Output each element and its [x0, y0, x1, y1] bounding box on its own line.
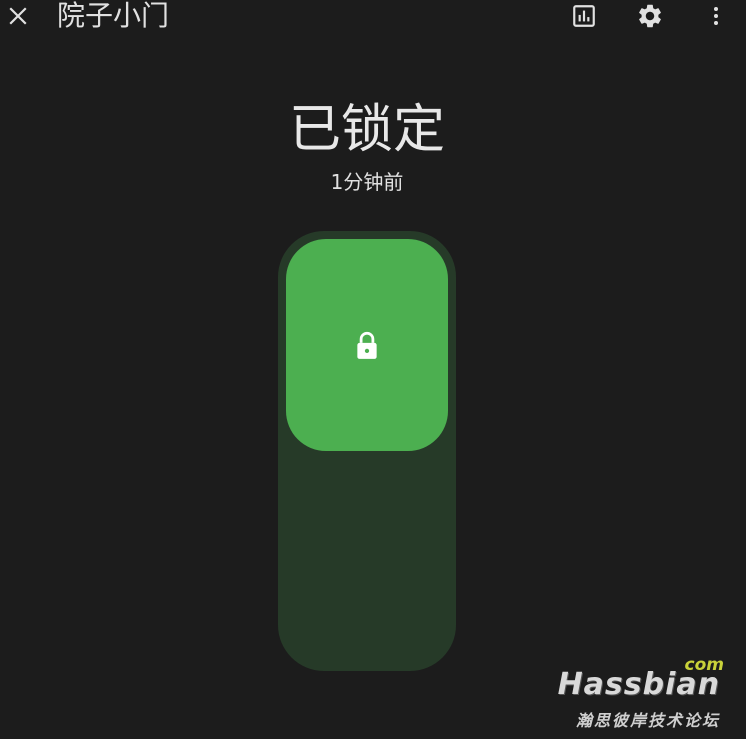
more-options-button[interactable] [702, 2, 730, 30]
lock-toggle-switch[interactable] [278, 231, 456, 671]
watermark-logo: com Hassbian 瀚思彼岸技术论坛 [558, 655, 724, 731]
more-info-dialog: 院子小门 已锁定 1分钟前 com Hassbian 瀚思彼岸技术论坛 [0, 0, 746, 739]
dialog-title: 院子小门 [57, 0, 170, 32]
close-icon [9, 7, 27, 25]
settings-button[interactable] [636, 2, 664, 30]
more-vertical-icon [714, 7, 718, 25]
watermark-subtitle: 瀚思彼岸技术论坛 [575, 711, 720, 730]
gear-icon [639, 4, 661, 28]
lock-icon [353, 329, 381, 361]
dialog-header: 院子小门 [0, 0, 746, 36]
watermark-brand: Hassbian [557, 667, 720, 702]
history-chart-icon [573, 5, 595, 27]
close-button[interactable] [4, 2, 32, 30]
lock-toggle-thumb[interactable] [286, 239, 448, 451]
lock-state-text: 已锁定 [288, 100, 445, 160]
last-changed-text: 1分钟前 [330, 170, 404, 194]
history-button[interactable] [570, 2, 598, 30]
